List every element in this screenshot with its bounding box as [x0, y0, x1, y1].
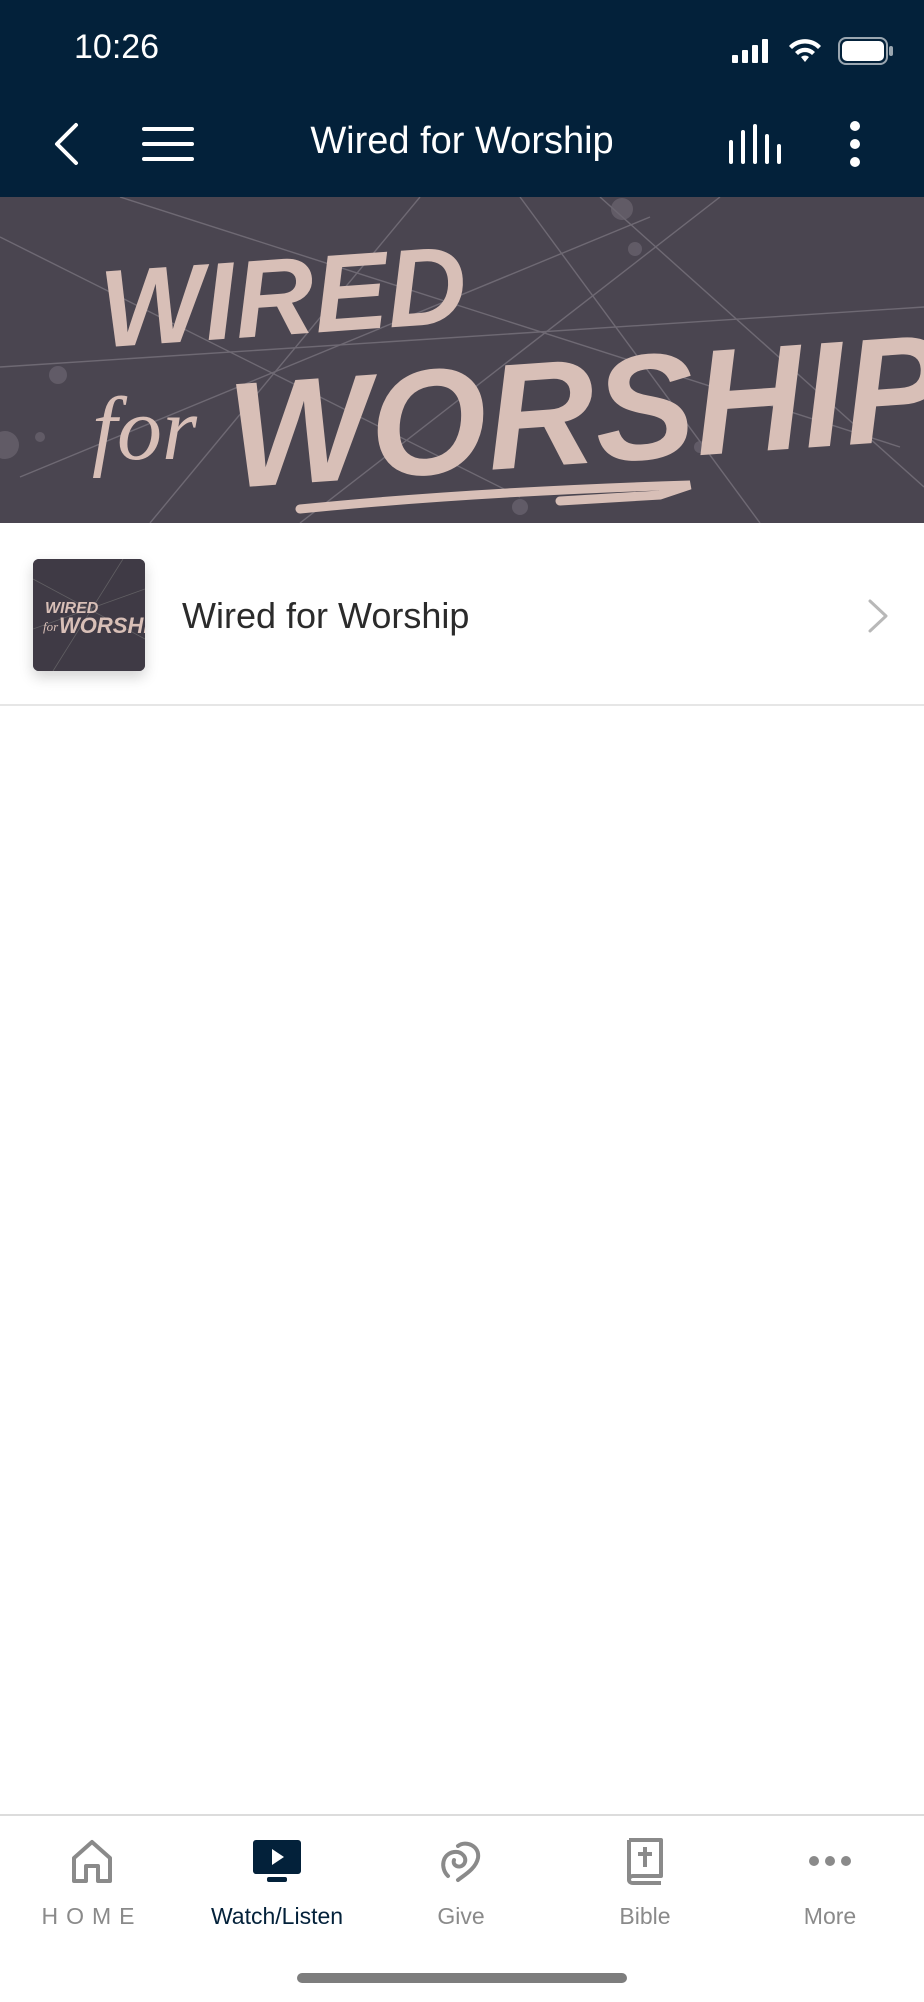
- series-thumbnail: WIRED for WORSHIP: [33, 559, 145, 671]
- banner-line2-small: for: [92, 380, 198, 479]
- list-item-title: Wired for Worship: [182, 595, 470, 636]
- chevron-right-icon: [868, 599, 888, 633]
- home-indicator: [297, 1973, 627, 1983]
- tab-home-label: HOME: [41, 1903, 143, 1929]
- signal-icon: [732, 39, 768, 63]
- vertical-dots-icon: [850, 121, 860, 167]
- tab-more[interactable]: More: [738, 1836, 922, 1936]
- tab-watch-listen[interactable]: Watch/Listen: [185, 1836, 369, 1936]
- give-icon: [441, 1841, 481, 1882]
- banner-title-art: WIRED for WORSHIP: [92, 223, 924, 520]
- tab-bible[interactable]: Bible: [553, 1836, 737, 1936]
- top-bar: 10:26 Wired for Worship: [0, 0, 924, 197]
- wifi-icon: [789, 39, 821, 62]
- battery-icon: [838, 37, 893, 65]
- tab-home[interactable]: HOME: [0, 1836, 184, 1936]
- tab-bible-label: Bible: [619, 1903, 671, 1929]
- equalizer-icon: [729, 124, 781, 164]
- home-icon: [72, 1840, 112, 1883]
- tab-give[interactable]: Give: [369, 1836, 553, 1936]
- more-options-button[interactable]: [840, 112, 870, 176]
- list-item[interactable]: WIRED for WORSHIP Wired for Worship: [0, 523, 924, 706]
- tab-give-label: Give: [437, 1903, 485, 1929]
- status-time: 10:26: [74, 28, 160, 66]
- status-icons: [732, 36, 894, 66]
- bible-icon: [627, 1838, 663, 1885]
- tab-watch-listen-label: Watch/Listen: [210, 1903, 344, 1929]
- audio-player-button[interactable]: [726, 112, 786, 176]
- tab-more-label: More: [803, 1903, 857, 1929]
- thumb-big: WORSHIP: [59, 613, 145, 638]
- thumb-small: for: [43, 619, 59, 634]
- play-monitor-icon: [253, 1840, 301, 1882]
- more-dots-icon: [809, 1856, 851, 1866]
- series-banner: WIRED for WORSHIP: [0, 197, 924, 523]
